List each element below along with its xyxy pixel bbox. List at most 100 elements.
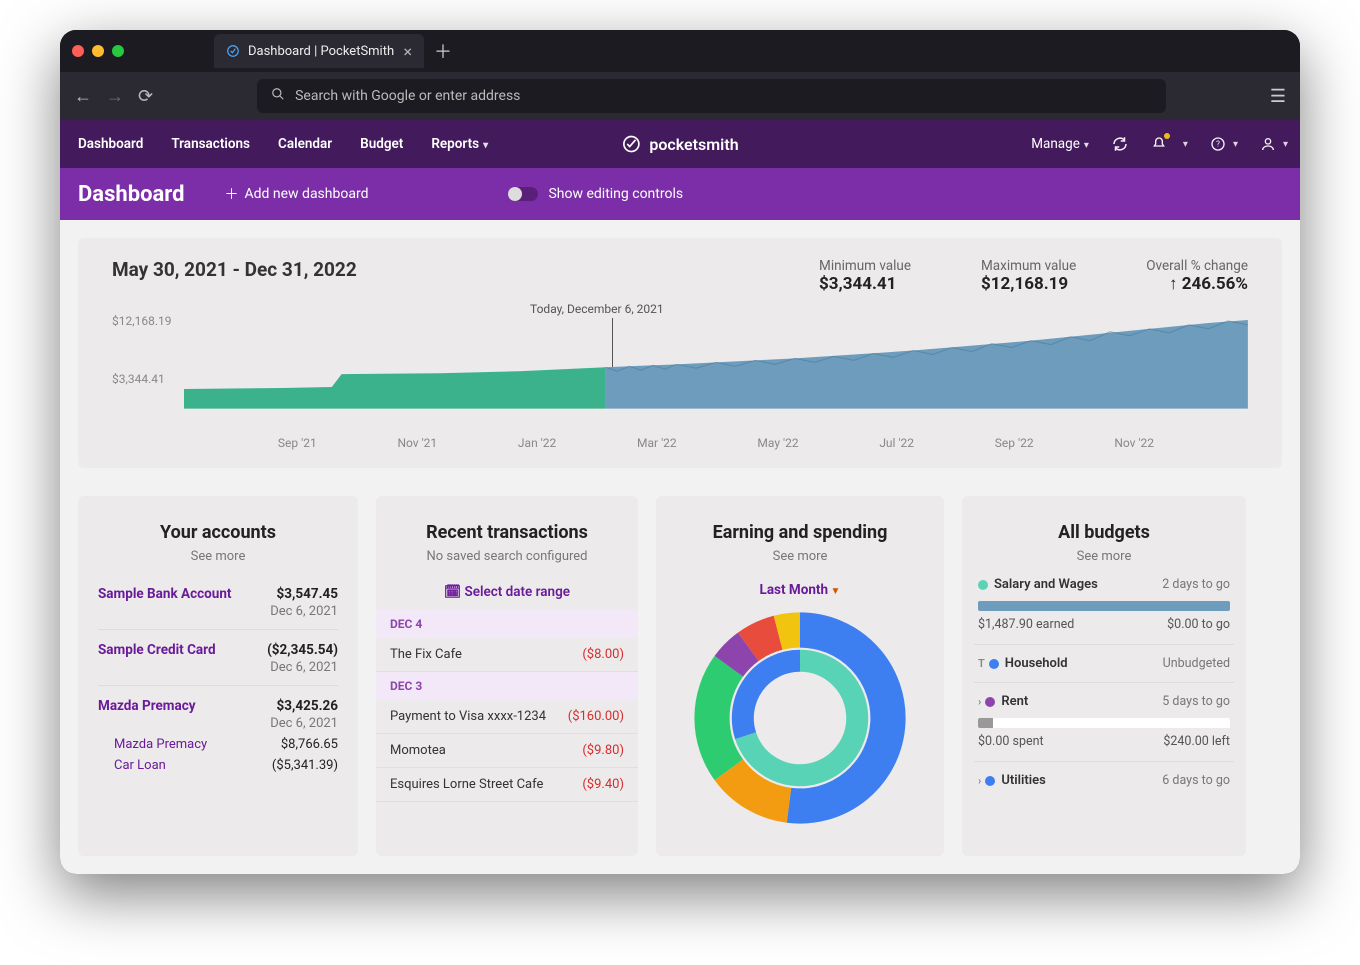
category-dot-icon [978,580,988,590]
minimize-window-icon[interactable] [92,45,104,57]
nav-dashboard[interactable]: Dashboard [78,136,143,152]
search-icon [271,87,285,105]
budget-meta: 5 days to go [1162,694,1230,709]
transaction-row[interactable]: Momotea($9.80) [376,734,638,768]
donut-chart [690,608,910,828]
max-value: $12,168.19 [981,274,1076,294]
area-chart-svg [184,320,1248,409]
close-tab-icon[interactable]: × [403,42,412,61]
transaction-amount: ($9.80) [582,743,624,758]
sub-account-amount: $8,766.65 [281,737,338,752]
accounts-see-more[interactable]: See more [78,549,358,564]
account-name: Sample Bank Account [98,586,231,602]
maximize-window-icon[interactable] [112,45,124,57]
manage-menu[interactable]: Manage [1031,136,1089,152]
budget-name: Utilities [1001,773,1045,788]
account-item[interactable]: Sample Credit Card($2,345.54)Dec 6, 2021 [98,629,338,685]
account-date: Dec 6, 2021 [98,660,338,675]
nav-budget[interactable]: Budget [360,136,403,152]
sub-account-amount: ($5,341.39) [272,758,338,773]
budget-meta: 2 days to go [1162,577,1230,592]
transaction-desc: Payment to Visa xxxx-1234 [390,709,546,724]
svg-text:?: ? [1216,140,1220,149]
nav-transactions[interactable]: Transactions [171,136,250,152]
budget-name: Salary and Wages [994,577,1098,592]
nav-reports[interactable]: Reports [431,136,488,152]
browser-titlebar: Dashboard | PocketSmith × ＋ [60,30,1300,72]
editing-toggle[interactable]: Show editing controls [508,186,683,202]
category-dot-icon [989,659,999,669]
toggle-switch-icon[interactable] [508,187,538,201]
profile-icon[interactable] [1260,136,1288,152]
day-header: DEC 4 [376,610,638,638]
new-tab-button[interactable]: ＋ [434,38,452,64]
url-bar[interactable]: Search with Google or enter address [257,79,1166,113]
notifications-icon[interactable] [1151,136,1188,152]
transaction-desc: Esquires Lorne Street Cafe [390,777,543,792]
transaction-row[interactable]: The Fix Cafe ($8.00) [376,638,638,672]
overview-card: May 30, 2021 - Dec 31, 2022 Minimum valu… [78,238,1282,468]
sync-icon[interactable] [1111,135,1129,153]
reload-button[interactable]: ⟳ [138,86,153,107]
budget-stats: $0.00 spent$240.00 left [974,732,1234,757]
help-icon[interactable]: ? [1210,136,1238,152]
transactions-card: Recent transactions No saved search conf… [376,496,638,856]
accounts-list: Sample Bank Account$3,547.45Dec 6, 2021S… [78,564,358,783]
main-nav: Dashboard Transactions Calendar Budget R… [72,136,488,152]
budget-row[interactable]: ›Utilities6 days to go [974,766,1234,795]
transaction-row[interactable]: Payment to Visa xxxx-1234($160.00) [376,700,638,734]
account-name: Mazda Premacy [98,698,196,714]
budgets-title: All budgets [962,522,1246,543]
expand-icon: › [978,695,981,708]
account-amount: $3,547.45 [277,586,338,602]
tab-title: Dashboard | PocketSmith [248,44,394,59]
transactions-subtitle: No saved search configured [376,549,638,564]
change-label: Overall % change [1146,258,1248,274]
budget-bar [978,718,1230,728]
transaction-amount: ($8.00) [582,647,624,662]
expand-icon: T [978,657,985,670]
budgets-card: All budgets See more Salary and Wages 2 d… [962,496,1246,856]
max-label: Maximum value [981,258,1076,274]
browser-tab[interactable]: Dashboard | PocketSmith × [214,34,424,68]
budget-name: Household [1005,656,1068,671]
transactions-list: DEC 4The Fix Cafe($8.00)DEC 3Payment to … [376,610,638,802]
back-button[interactable]: ← [74,86,92,107]
menu-icon[interactable]: ☰ [1270,86,1286,107]
budget-row[interactable]: › Rent 5 days to go [974,687,1234,716]
budget-stats: $1,487.90 earned$0.00 to go [974,615,1234,640]
app-header: Dashboard Transactions Calendar Budget R… [60,120,1300,168]
budget-name: Rent [1001,694,1028,709]
change-value: ↑ 246.56% [1146,274,1248,294]
account-item[interactable]: Sample Bank Account $3,547.45 Dec 6, 2021 [98,574,338,629]
account-date: Dec 6, 2021 [98,716,338,731]
window-controls [72,45,124,57]
account-date: Dec 6, 2021 [98,604,338,619]
budget-meta: 6 days to go [1162,773,1230,788]
budgets-see-more[interactable]: See more [962,549,1246,564]
budget-row[interactable]: THouseholdUnbudgeted [974,649,1234,678]
sub-account-name: Mazda Premacy [114,737,207,752]
sub-account-name: Car Loan [114,758,166,773]
transaction-row[interactable]: Esquires Lorne Street Cafe($9.40) [376,768,638,802]
earning-range[interactable]: Last Month [656,582,944,598]
transaction-desc: The Fix Cafe [390,647,462,662]
budgets-list: Salary and Wages 2 days to go $1,487.90 ea… [962,564,1246,795]
brand-logo[interactable]: pocketsmith [621,134,738,154]
nav-calendar[interactable]: Calendar [278,136,332,152]
close-window-icon[interactable] [72,45,84,57]
add-dashboard-button[interactable]: ＋ Add new dashboard [225,184,369,204]
day-header: DEC 3 [376,672,638,700]
account-item[interactable]: Mazda Premacy$3,425.26Dec 6, 2021Mazda P… [98,685,338,783]
y-high: $12,168.19 [112,314,171,328]
x-axis: . Sep '21 Nov '21 Jan '22 Mar '22 May '2… [184,436,1248,450]
select-date-range[interactable]: 🗓 Select date range [376,584,638,600]
forward-button[interactable]: → [106,86,124,107]
page-title: Dashboard [78,182,185,207]
dashboard-subheader: Dashboard ＋ Add new dashboard Show editi… [60,168,1300,220]
date-range: May 30, 2021 - Dec 31, 2022 [112,258,749,281]
budget-row[interactable]: Salary and Wages 2 days to go [974,570,1234,599]
earning-see-more[interactable]: See more [656,549,944,564]
earning-card: Earning and spending See more Last Month [656,496,944,856]
calendar-icon: 🗓 [444,584,461,600]
